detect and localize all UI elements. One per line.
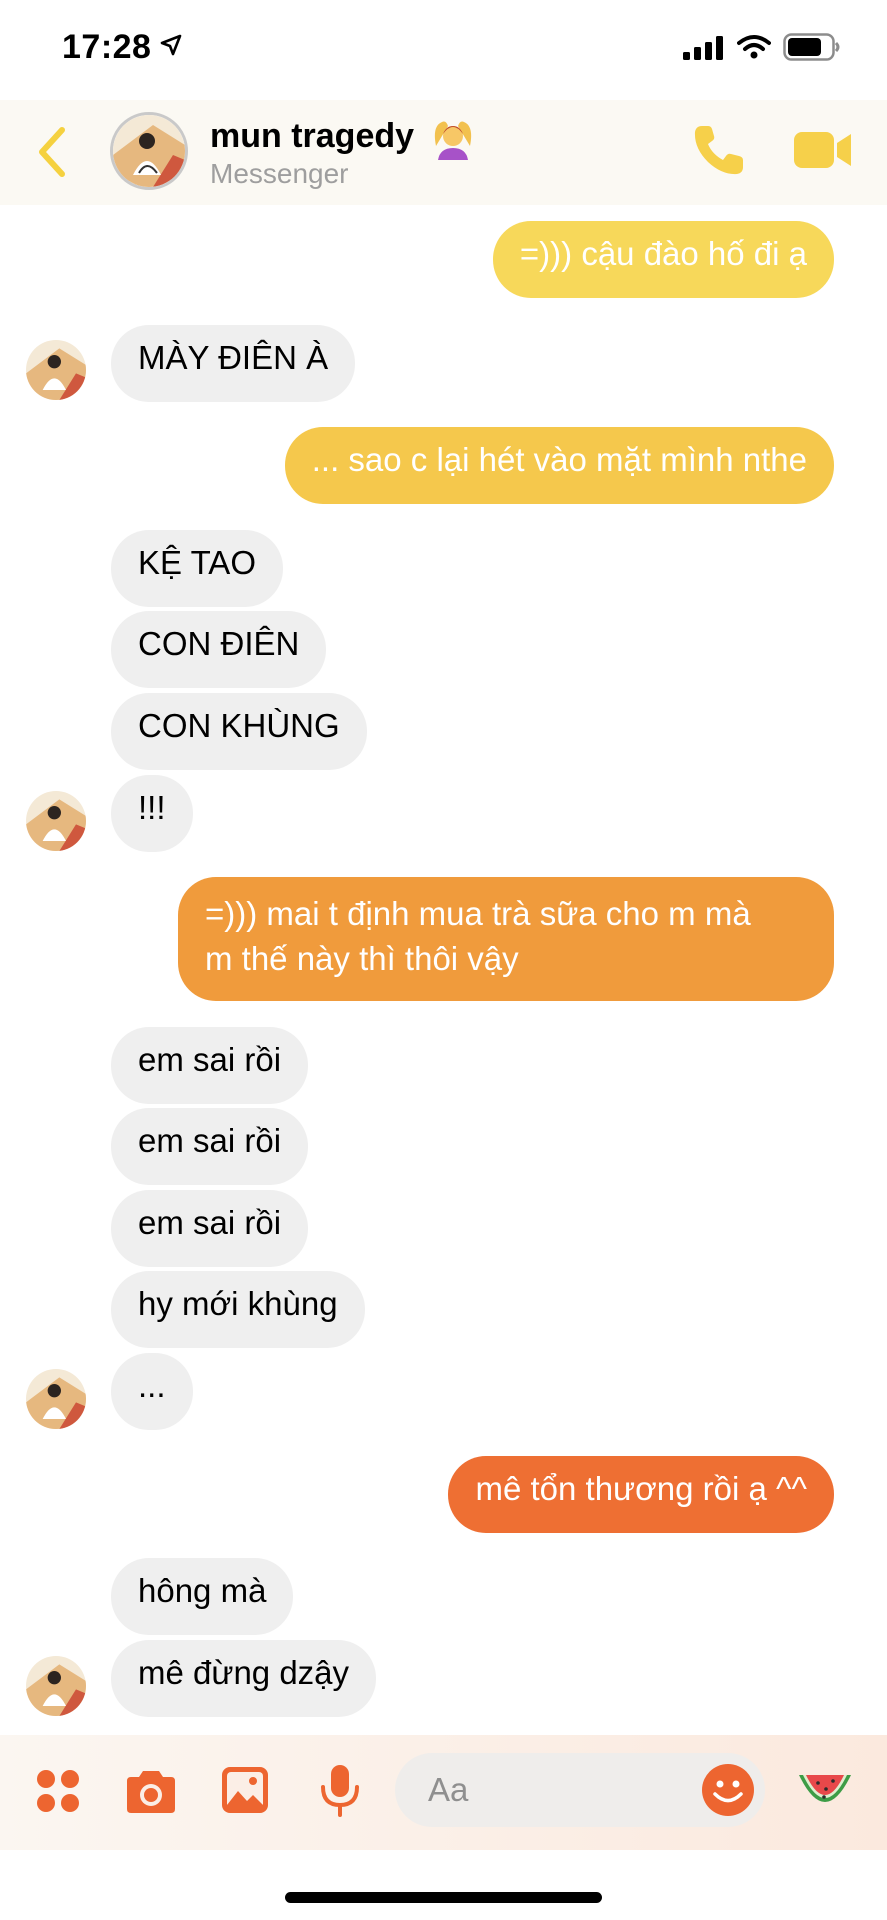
status-time: 17:28 (62, 28, 152, 66)
watermelon-icon[interactable] (796, 1767, 854, 1817)
message-bubble-outgoing[interactable]: mê tổn thương rồi ạ ^^ (448, 1456, 834, 1533)
sender-avatar (26, 1369, 86, 1429)
message-bubble-incoming[interactable]: hông mà (111, 1558, 294, 1635)
message-bubble-incoming[interactable]: MÀY ĐIÊN À (111, 325, 356, 402)
message-bubble-incoming[interactable]: CON ĐIÊN (111, 611, 327, 688)
message-bubble-outgoing[interactable]: =))) mai t định mua trà sữa cho m mà m t… (178, 877, 834, 1001)
phone-call-icon[interactable] (690, 122, 746, 178)
message-bubble-incoming[interactable]: mê đừng dzậy (111, 1640, 377, 1717)
sender-avatar (26, 340, 86, 400)
photo-icon[interactable] (220, 1765, 270, 1815)
contact-name: mun tragedy (210, 116, 476, 160)
message-bubble-incoming[interactable]: ... (111, 1353, 193, 1430)
battery-icon (783, 33, 840, 61)
message-line: =))) mai t định mua trà sữa cho m mà (205, 895, 751, 932)
message-bubble-incoming[interactable]: em sai rồi (111, 1027, 309, 1104)
wifi-icon (737, 35, 771, 59)
message-line: m thế này thì thôi vậy (205, 940, 519, 977)
sender-avatar (26, 791, 86, 851)
message-bubble-outgoing[interactable]: =))) cậu đào hố đi ạ (492, 221, 834, 298)
menu-dots-icon[interactable] (35, 1768, 81, 1814)
message-bubble-outgoing[interactable]: ... sao c lại hét vào mặt mình nthe (284, 427, 834, 504)
location-arrow-icon (160, 34, 182, 56)
message-bubble-incoming[interactable]: hy mới khùng (111, 1271, 365, 1348)
message-bubble-incoming[interactable]: em sai rồi (111, 1190, 309, 1267)
sender-avatar (26, 1656, 86, 1716)
message-input-placeholder: Aa (428, 1771, 469, 1808)
message-input[interactable]: Aa (395, 1753, 765, 1827)
contact-subtitle: Messenger (210, 158, 349, 189)
message-bubble-incoming[interactable]: em sai rồi (111, 1108, 309, 1185)
cellular-signal-icon (683, 36, 723, 60)
message-bubble-incoming[interactable]: CON KHÙNG (111, 693, 367, 770)
conversation-header: mun tragedy Messenger (0, 100, 887, 205)
message-bubble-incoming[interactable]: !!! (111, 775, 193, 852)
message-composer: Aa (0, 1735, 887, 1850)
message-bubble-incoming[interactable]: KỆ TAO (111, 530, 283, 607)
back-chevron-icon[interactable] (36, 126, 68, 178)
contact-avatar[interactable] (110, 112, 188, 190)
video-call-icon[interactable] (793, 128, 853, 172)
person-gesturing-ok-emoji-icon (434, 121, 471, 160)
status-bar: 17:28 (0, 0, 887, 100)
home-indicator (285, 1892, 602, 1903)
contact-name-text: mun tragedy (210, 116, 415, 155)
emoji-icon[interactable] (701, 1763, 755, 1817)
microphone-icon[interactable] (318, 1763, 362, 1819)
camera-icon[interactable] (123, 1769, 179, 1815)
